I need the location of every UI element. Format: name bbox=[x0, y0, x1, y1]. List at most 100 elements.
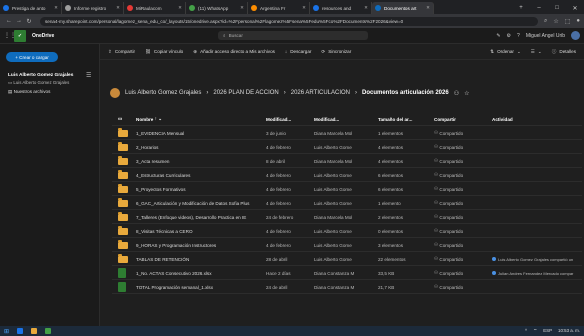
breadcrumb-level1[interactable]: 2026 PLAN DE ACCION bbox=[213, 90, 278, 96]
table-row[interactable]: 7_Talleres (Enfoque videos), Desarrollo … bbox=[112, 210, 582, 224]
download-button[interactable]: ↓ Descargar bbox=[285, 49, 312, 54]
row-sharing[interactable]: ⚇ Compartido bbox=[434, 140, 488, 154]
tab-close-icon[interactable]: ✕ bbox=[54, 5, 58, 11]
new-tab-button[interactable]: + bbox=[512, 5, 530, 11]
sync-button[interactable]: ⟳ Sincronizar bbox=[321, 49, 351, 55]
tab-close-icon[interactable]: ✕ bbox=[426, 5, 430, 11]
star-icon[interactable]: ☆ bbox=[464, 90, 469, 97]
row-name[interactable]: 7_Talleres (Enfoque videos), Desarrollo … bbox=[136, 210, 262, 224]
row-name[interactable]: 9_HORAS y Programación Instructores bbox=[136, 238, 262, 252]
table-row[interactable]: 3_Acta resumen 8 de abril Diana Marcela Mo… bbox=[112, 154, 582, 168]
row-name[interactable]: 4_Estructuras Curriculares bbox=[136, 168, 262, 182]
file-type-header-icon[interactable]: ▭ bbox=[118, 112, 132, 126]
row-name[interactable]: TOTAL Programación semanal_1.xlsx bbox=[136, 280, 262, 294]
row-sharing[interactable]: ⚇ Compartido bbox=[434, 266, 488, 280]
app-taskbar-icon[interactable] bbox=[45, 328, 52, 334]
table-row[interactable]: 8_Visitas Técnicas a CERO 4 de febrero Lui… bbox=[112, 224, 582, 238]
sidebar-owner-link[interactable]: ▭ Luis Alberto Gomez Grajales bbox=[8, 80, 69, 86]
table-row[interactable]: 5_Proyectos Formativos 4 de febrero Luis A… bbox=[112, 182, 582, 196]
language-indicator[interactable]: ESP bbox=[543, 328, 552, 334]
minimize-button[interactable]: – bbox=[530, 5, 548, 11]
sidebar-owner-name[interactable]: Luis Alberto Gomez Grajales bbox=[8, 73, 73, 78]
table-row[interactable]: 1_No. ACTAS Consecutivo 2026.xlsx Hace 2 … bbox=[112, 266, 582, 280]
search-box[interactable]: ⌕ Buscar bbox=[218, 31, 368, 40]
row-name[interactable]: 1_EVIDENCIA Mensual bbox=[136, 126, 262, 140]
tab-close-icon[interactable]: ✕ bbox=[178, 5, 182, 11]
table-row[interactable]: 6_GAC_Articulación y Modificación de Dat… bbox=[112, 196, 582, 210]
row-sharing[interactable]: ⚇ Compartido bbox=[434, 154, 488, 168]
explorer-taskbar-icon[interactable] bbox=[31, 328, 38, 334]
row-sharing[interactable]: ⚇ Compartido bbox=[434, 252, 488, 266]
table-row[interactable]: 2_Horarios 4 de febrero Luis Alberto Gome 4… bbox=[112, 140, 582, 154]
browser-tab[interactable]: MiRaulacom ✕ bbox=[124, 2, 186, 14]
app-launcher-icon[interactable]: ⋮⋮ bbox=[4, 32, 16, 39]
table-row[interactable]: 9_HORAS y Programación Instructores 4 de … bbox=[112, 238, 582, 252]
row-name[interactable]: 8_Visitas Técnicas a CERO bbox=[136, 224, 262, 238]
col-size-header[interactable]: Tamaño del ar... bbox=[378, 112, 432, 126]
col-modified-by-header[interactable]: Modificad... bbox=[314, 112, 376, 126]
brand-name[interactable]: OneDrive bbox=[32, 33, 54, 39]
row-sharing[interactable]: ⚇ Compartido bbox=[434, 224, 488, 238]
create-upload-button[interactable]: + Crear o cargar bbox=[6, 52, 58, 62]
row-sharing[interactable]: ⚇ Compartido bbox=[434, 280, 488, 294]
user-name[interactable]: Miguel Angel Urib bbox=[526, 33, 565, 39]
table-row[interactable]: 4_Estructuras Curriculares 4 de febrero Lu… bbox=[112, 168, 582, 182]
col-activity-header[interactable]: Actividad bbox=[492, 112, 582, 126]
forward-icon[interactable]: → bbox=[14, 18, 24, 24]
browser-taskbar-icon[interactable] bbox=[17, 328, 24, 334]
row-name[interactable]: 6_GAC_Articulación y Modificación de Dat… bbox=[136, 196, 262, 210]
browser-tab[interactable]: Argentina Fr ✕ bbox=[248, 2, 310, 14]
tab-close-icon[interactable]: ✕ bbox=[116, 5, 120, 11]
row-name[interactable]: 2_Horarios bbox=[136, 140, 262, 154]
col-modified-header[interactable]: Modificad... bbox=[266, 112, 312, 126]
reload-icon[interactable]: ↻ bbox=[24, 18, 34, 25]
details-button[interactable]: ⓘ Detalles bbox=[552, 49, 576, 55]
sort-button[interactable]: ⇅ Ordenar ⌄ bbox=[490, 49, 521, 55]
view-options-button[interactable]: ☰ ⌄ bbox=[531, 49, 542, 55]
bookmark-star-icon[interactable]: ☆ bbox=[553, 18, 558, 25]
network-icon[interactable]: ⌔ bbox=[533, 328, 537, 334]
col-sharing-header[interactable]: Compartir bbox=[434, 112, 488, 126]
url-field[interactable]: sena4-my.sharepoint.com/personal/lagomez… bbox=[40, 16, 538, 26]
table-row[interactable]: TABLAS DE RETENCIÓN 28 de abril Luis Alber… bbox=[112, 252, 582, 266]
back-icon[interactable]: ← bbox=[4, 18, 14, 24]
table-row[interactable]: 1_EVIDENCIA Mensual 3 de junio Diana Marce… bbox=[112, 126, 582, 140]
avatar[interactable] bbox=[571, 31, 580, 40]
row-name[interactable]: 1_No. ACTAS Consecutivo 2026.xlsx bbox=[136, 266, 262, 280]
row-name[interactable]: TABLAS DE RETENCIÓN bbox=[136, 252, 262, 266]
row-sharing[interactable]: ⚇ Compartido bbox=[434, 126, 488, 140]
extensions-icon[interactable]: ⬚ bbox=[565, 18, 571, 25]
tray-chevron-icon[interactable]: ^ bbox=[525, 328, 527, 334]
tab-close-icon[interactable]: ✕ bbox=[364, 5, 368, 11]
clock[interactable]: 10:53 a. m. bbox=[558, 328, 580, 334]
browser-tab[interactable]: Informe registro ✕ bbox=[62, 2, 124, 14]
maximize-button[interactable]: □ bbox=[548, 5, 566, 11]
add-shortcut-button[interactable]: ⊕ Añadir acceso directo a Mis archivos bbox=[193, 49, 275, 55]
profile-icon[interactable]: ● bbox=[576, 18, 580, 25]
row-sharing[interactable]: ⚇ Compartido bbox=[434, 168, 488, 182]
people-icon[interactable]: ⚇ bbox=[454, 90, 459, 97]
premium-icon[interactable]: ✎ bbox=[496, 33, 500, 39]
browser-tab[interactable]: Prestiga de anto ✕ bbox=[0, 2, 62, 14]
table-row[interactable]: TOTAL Programación semanal_1.xlsx 24 de a… bbox=[112, 280, 582, 294]
sidebar-item-our-files[interactable]: ▤ Nuestros archivos bbox=[8, 89, 50, 95]
row-sharing[interactable]: ⚇ Compartido bbox=[434, 210, 488, 224]
row-sharing[interactable]: ⚇ Compartido bbox=[434, 196, 488, 210]
help-icon[interactable]: ? bbox=[517, 33, 520, 39]
browser-tab[interactable]: Documentos art ✕ bbox=[372, 2, 434, 14]
collapse-sidebar-icon[interactable]: ☰ bbox=[86, 72, 91, 79]
breadcrumb-level2[interactable]: 2026 ARTICULACION bbox=[291, 90, 350, 96]
row-name[interactable]: 3_Acta resumen bbox=[136, 154, 262, 168]
row-name[interactable]: 5_Proyectos Formativos bbox=[136, 182, 262, 196]
sena-logo-icon[interactable]: ✓ bbox=[14, 29, 26, 42]
zoom-icon[interactable]: ⌕ bbox=[544, 18, 547, 25]
row-sharing[interactable]: ⚇ Compartido bbox=[434, 182, 488, 196]
browser-tab[interactable]: (11) WhatsApp ✕ bbox=[186, 2, 248, 14]
tab-close-icon[interactable]: ✕ bbox=[240, 5, 244, 11]
share-button[interactable]: ⇪ Compartir bbox=[108, 49, 135, 55]
tab-close-icon[interactable]: ✕ bbox=[302, 5, 306, 11]
copy-link-button[interactable]: ⛓ Copiar vínculo bbox=[145, 49, 183, 55]
breadcrumb-owner[interactable]: Luis Alberto Gomez Grajales bbox=[125, 90, 201, 96]
col-name-header[interactable]: Nombre ↑ ⌄ bbox=[136, 112, 262, 126]
windows-start-icon[interactable]: ⊞ bbox=[4, 328, 9, 335]
